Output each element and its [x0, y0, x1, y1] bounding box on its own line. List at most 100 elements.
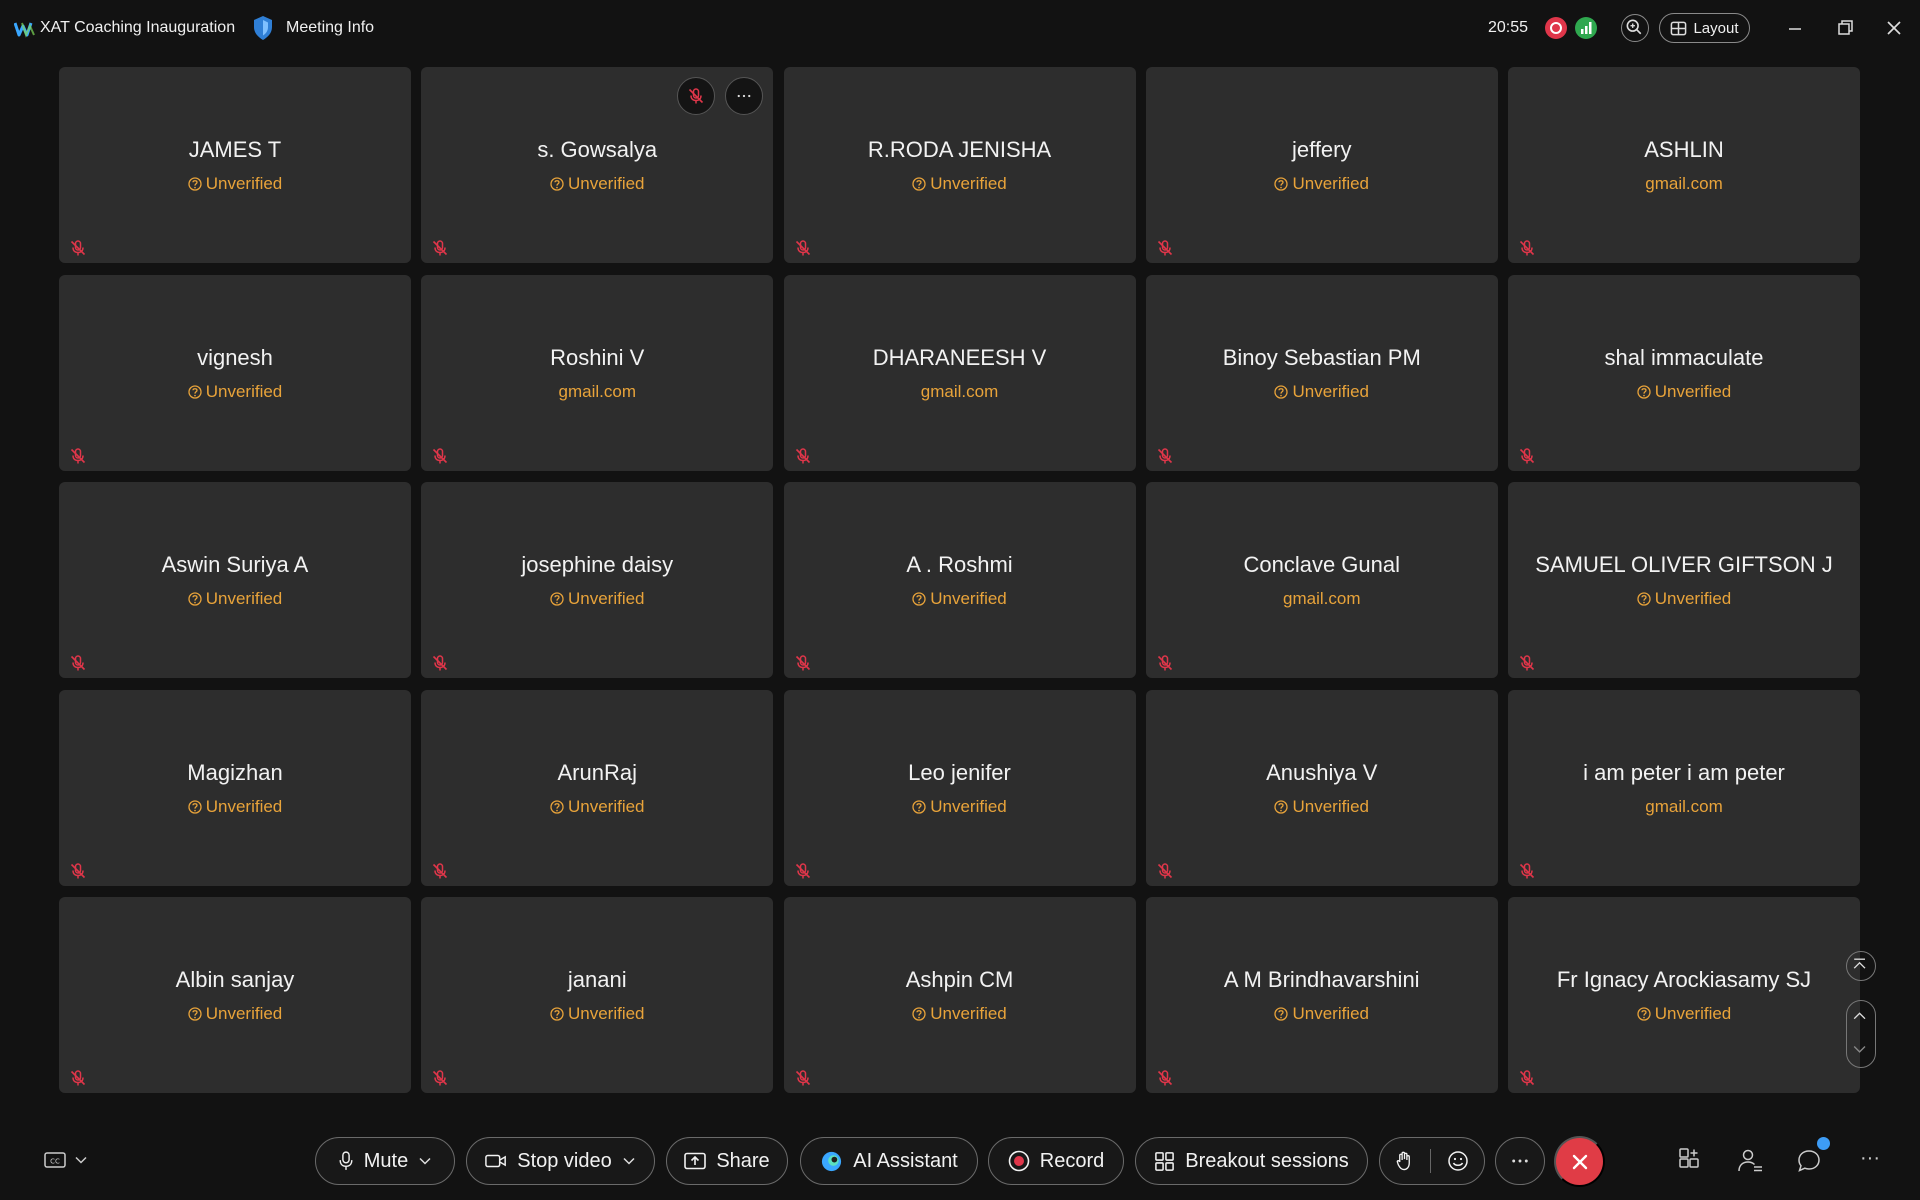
participant-tile[interactable]: R.RODA JENISHA Unverified	[783, 67, 1136, 263]
participant-status-text: Unverified	[1292, 174, 1370, 193]
meeting-clock: 20:55	[1488, 19, 1529, 36]
participant-name: ASHLIN	[1644, 137, 1724, 162]
chevron-down-icon[interactable]	[1847, 1036, 1874, 1066]
more-options-button[interactable]	[1495, 1137, 1545, 1185]
participant-tile[interactable]: Anushiya V Unverified	[1145, 689, 1498, 886]
unverified-question-icon	[188, 799, 202, 814]
muted-mic-icon	[1519, 240, 1535, 256]
participant-status-text: gmail.com	[1645, 796, 1723, 816]
participant-tile[interactable]: janani Unverified	[421, 897, 774, 1093]
minimize-icon[interactable]	[1783, 16, 1807, 40]
restore-icon[interactable]	[1833, 16, 1857, 40]
participant-status-text: Unverified	[205, 381, 283, 401]
muted-mic-icon	[795, 862, 810, 878]
share-button[interactable]: Share	[666, 1137, 788, 1185]
unverified-question-icon	[188, 177, 202, 191]
participant-tile[interactable]: Fr Ignacy Arockiasamy SJ Unverified	[1508, 897, 1860, 1093]
layout-button[interactable]: Layout	[1659, 13, 1750, 43]
participant-tile[interactable]: Binoy Sebastian PM Unverified	[1145, 274, 1498, 471]
mute-participant-button[interactable]	[677, 77, 716, 115]
participant-tile[interactable]: A M Brindhavarshini Unverified	[1145, 897, 1498, 1093]
participant-name: janani	[567, 967, 627, 992]
unverified-question-icon	[1274, 1007, 1289, 1021]
participant-status-text: Unverified	[1292, 381, 1370, 401]
chat-icon[interactable]	[1794, 1146, 1824, 1176]
participant-status: Unverified	[1508, 589, 1860, 609]
unverified-question-icon	[188, 592, 202, 606]
tile-hover-controls	[677, 77, 764, 115]
participant-status-text: Unverified	[1292, 1004, 1370, 1023]
breakout-grid-icon	[1155, 1151, 1175, 1171]
unverified-question-icon	[550, 177, 564, 191]
muted-mic-icon	[1157, 240, 1172, 256]
stop-video-button[interactable]: Stop video	[466, 1137, 655, 1185]
close-icon	[1572, 1154, 1587, 1169]
apps-icon[interactable]	[1675, 1146, 1705, 1176]
zoom-button[interactable]	[1621, 14, 1649, 42]
participant-tile[interactable]: JAMES T Unverified	[59, 67, 411, 263]
participant-status-text: Unverified	[567, 796, 645, 816]
participant-name: SAMUEL OLIVER GIFTSON J	[1535, 552, 1833, 577]
shield-icon[interactable]	[252, 15, 274, 41]
participant-grid: JAMES T Unverified s. Gowsalya Unverifie…	[59, 67, 1860, 1093]
ai-assistant-button[interactable]: AI Assistant	[800, 1137, 978, 1185]
mute-button[interactable]: Mute	[315, 1137, 455, 1185]
muted-mic-icon	[795, 655, 810, 671]
raise-hand-icon[interactable]	[1395, 1150, 1414, 1172]
participant-tile[interactable]: Roshini V gmail.com	[421, 274, 774, 471]
microphone-icon	[339, 1151, 353, 1170]
muted-mic-icon	[70, 1070, 86, 1086]
participant-status: Unverified	[1146, 1004, 1498, 1024]
page-scroll-control[interactable]	[1846, 1000, 1876, 1068]
participant-tile[interactable]: Conclave Gunal gmail.com	[1145, 482, 1498, 678]
participant-more-button[interactable]	[725, 77, 764, 115]
participant-name: jeffery	[1291, 137, 1352, 162]
network-signal-icon[interactable]	[1575, 17, 1597, 39]
participant-tile[interactable]: Ashpin CM Unverified	[783, 897, 1136, 1093]
participant-status: Unverified	[784, 589, 1136, 609]
participant-tile[interactable]: Aswin Suriya A Unverified	[59, 482, 411, 678]
participant-tile[interactable]: s. Gowsalya Unverified	[421, 67, 774, 263]
participant-name: josephine daisy	[521, 552, 674, 577]
chevron-down-icon[interactable]	[622, 1154, 636, 1168]
participants-icon[interactable]	[1735, 1146, 1765, 1176]
breakout-sessions-button[interactable]: Breakout sessions	[1135, 1137, 1368, 1185]
participant-name: Roshini V	[550, 344, 645, 370]
more-panel-options-icon[interactable]: ···	[1858, 1148, 1882, 1172]
muted-mic-icon	[433, 1070, 448, 1086]
participant-name: vignesh	[197, 344, 273, 370]
captions-button[interactable]: CC	[44, 1148, 96, 1172]
record-button[interactable]: Record	[988, 1137, 1124, 1185]
participant-tile[interactable]: jeffery Unverified	[1145, 67, 1498, 263]
closed-captions-icon: CC	[44, 1152, 66, 1168]
participant-tile[interactable]: ArunRaj Unverified	[421, 689, 774, 886]
participant-tile[interactable]: josephine daisy Unverified	[421, 482, 774, 678]
emoji-reaction-icon[interactable]	[1447, 1150, 1469, 1172]
participant-tile[interactable]: i am peter i am peter gmail.com	[1508, 689, 1860, 886]
muted-mic-icon	[1157, 862, 1172, 878]
participant-tile[interactable]: Magizhan Unverified	[59, 689, 411, 886]
meeting-info-link[interactable]: Meeting Info	[286, 19, 374, 37]
participant-tile[interactable]: DHARANEESH V gmail.com	[783, 274, 1136, 471]
participant-tile[interactable]: Leo jenifer Unverified	[783, 689, 1136, 886]
close-window-icon[interactable]	[1882, 16, 1906, 40]
participant-tile[interactable]: A . Roshmi Unverified	[783, 482, 1136, 678]
unverified-question-icon	[550, 1007, 564, 1021]
participant-tile[interactable]: SAMUEL OLIVER GIFTSON J Unverified	[1508, 482, 1860, 678]
scroll-to-top-button[interactable]	[1846, 951, 1876, 981]
participant-status: Unverified	[1146, 797, 1498, 817]
title-bar: XAT Coaching Inauguration Meeting Info 2…	[0, 0, 1920, 58]
participant-name: Fr Ignacy Arockiasamy SJ	[1556, 967, 1812, 992]
participant-tile[interactable]: ASHLIN gmail.com	[1508, 67, 1860, 263]
participant-status-text: Unverified	[205, 589, 283, 608]
chevron-down-icon[interactable]	[418, 1154, 432, 1168]
recording-indicator-icon[interactable]	[1545, 17, 1567, 39]
participant-status-text: gmail.com	[920, 381, 999, 401]
participant-tile[interactable]: vignesh Unverified	[59, 274, 411, 471]
leave-meeting-button[interactable]	[1554, 1136, 1605, 1187]
zoom-icon	[1626, 19, 1642, 35]
chevron-up-icon[interactable]	[1847, 1001, 1874, 1031]
webex-logo-icon	[14, 22, 35, 38]
participant-tile[interactable]: shal immaculate Unverified	[1508, 274, 1860, 471]
participant-tile[interactable]: Albin sanjay Unverified	[59, 897, 411, 1093]
